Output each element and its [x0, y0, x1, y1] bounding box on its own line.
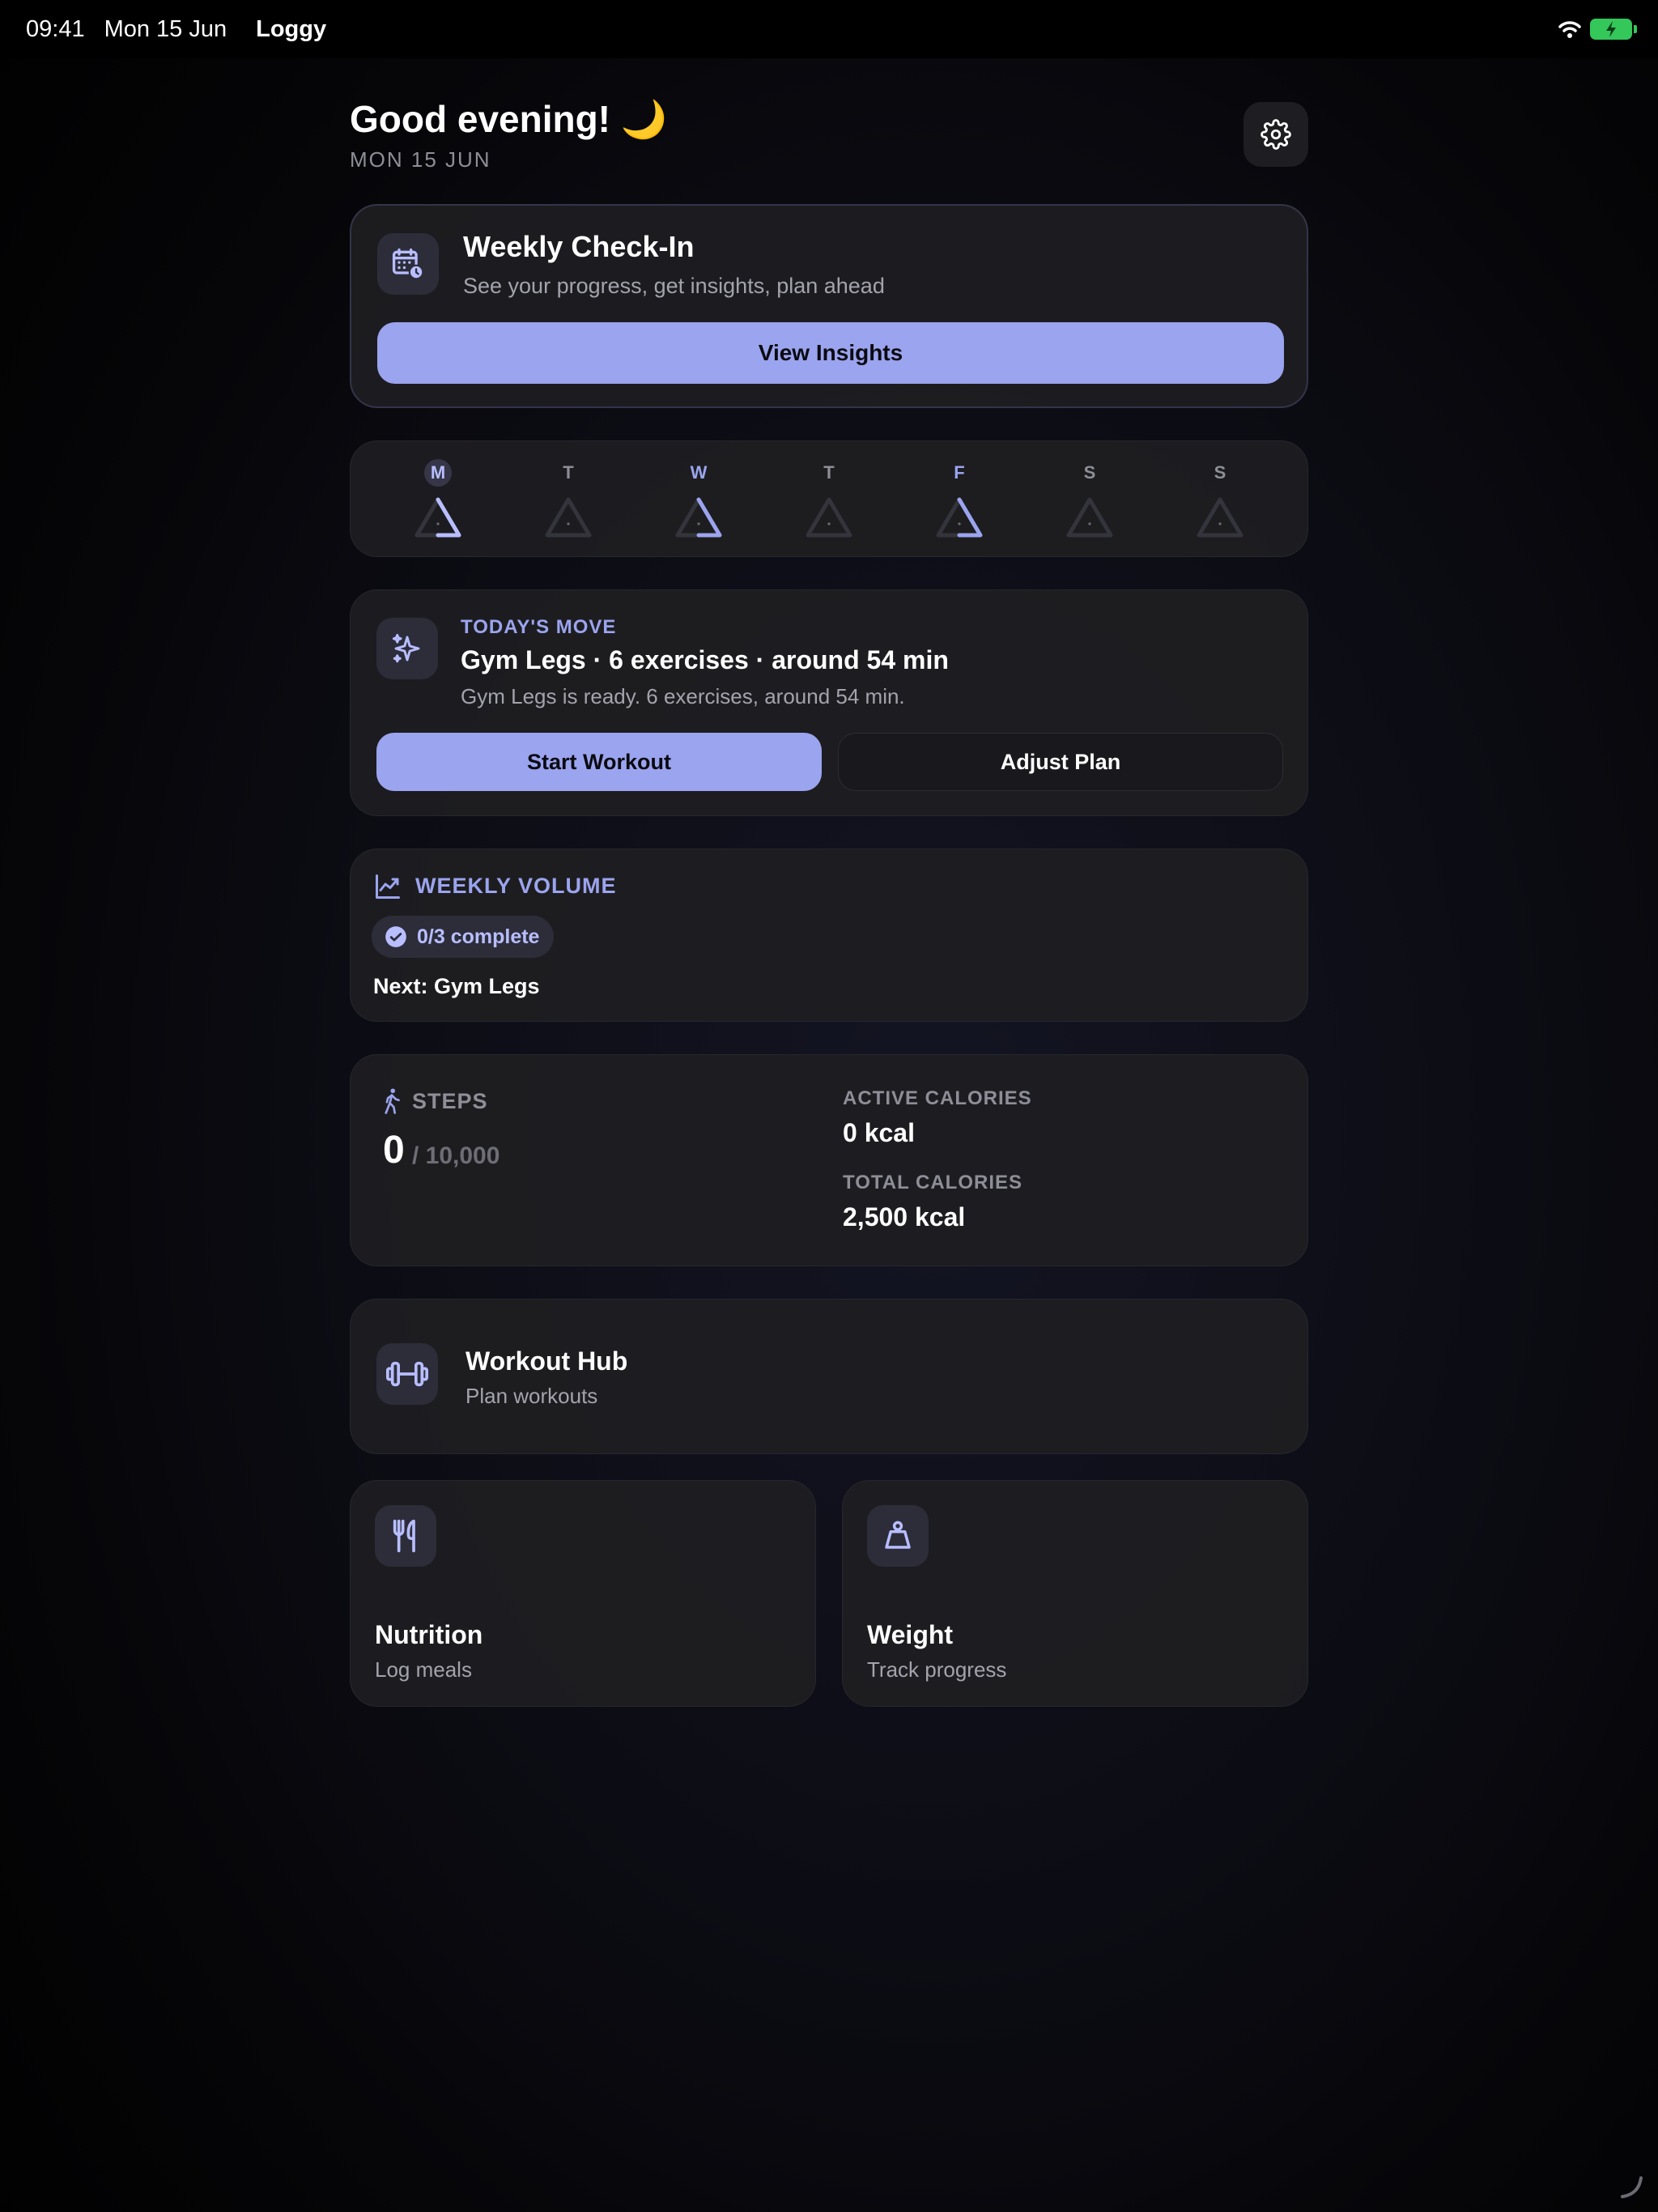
start-workout-button[interactable]: Start Workout: [376, 733, 822, 791]
view-insights-button[interactable]: View Insights: [377, 322, 1284, 384]
battery-icon: [1590, 19, 1637, 40]
week-day[interactable]: F: [927, 459, 992, 540]
day-progress-triangle-icon: [414, 497, 461, 538]
week-day-label: S: [1214, 462, 1226, 483]
weight-icon-box: [867, 1505, 929, 1567]
walking-icon: [385, 1088, 400, 1114]
home-content: Good evening! 🌙 MON 15 JUN Weekly Check-…: [350, 58, 1308, 1707]
next-workout-label: Next: Gym Legs: [373, 974, 540, 998]
status-date: Mon 15 Jun: [104, 15, 227, 42]
status-time: 09:41: [26, 15, 85, 42]
week-day-label: S: [1083, 462, 1096, 483]
fork-knife-icon: [393, 1519, 415, 1553]
checkin-title: Weekly Check-In: [463, 230, 695, 263]
calendar-clock-icon: [392, 248, 424, 280]
total-calories-value: 2,500 kcal: [843, 1202, 966, 1231]
week-strip: MTWTFSS: [350, 440, 1308, 557]
activity-stats-card: STEPS 0 / 10,000 ACTIVE CALORIES 0 kcal …: [350, 1054, 1308, 1266]
day-progress-triangle-icon: [1066, 497, 1113, 538]
day-progress-triangle-icon: [936, 497, 983, 538]
workout-hub-card[interactable]: Workout Hub Plan workouts: [350, 1299, 1308, 1454]
steps-value: 0: [383, 1129, 405, 1172]
completion-badge-label: 0/3 complete: [417, 925, 540, 948]
todays-move-eyebrow: TODAY'S MOVE: [461, 616, 617, 638]
status-app-name: Loggy: [256, 15, 327, 42]
wifi-icon: [1558, 21, 1581, 38]
week-day[interactable]: W: [666, 459, 731, 540]
weekly-volume-eyebrow: WEEKLY VOLUME: [415, 874, 617, 898]
todays-move-title: Gym Legs · 6 exercises · around 54 min: [461, 645, 949, 674]
week-day[interactable]: S: [1188, 459, 1252, 540]
workout-hub-icon-box: [376, 1343, 438, 1405]
gear-icon: [1261, 119, 1291, 150]
weekly-volume-card[interactable]: WEEKLY VOLUME 0/3 complete Next: Gym Leg…: [350, 849, 1308, 1022]
week-day-label: T: [823, 462, 835, 483]
settings-button[interactable]: [1244, 102, 1308, 167]
weight-card[interactable]: Weight Track progress: [842, 1480, 1308, 1707]
weekly-checkin-card[interactable]: Weekly Check-In See your progress, get i…: [350, 204, 1308, 408]
active-calories-label: ACTIVE CALORIES: [843, 1087, 1032, 1109]
page-header: Good evening! 🌙 MON 15 JUN: [350, 58, 1308, 204]
workout-hub-title: Workout Hub: [466, 1346, 628, 1376]
weight-subtitle: Track progress: [867, 1657, 1007, 1682]
nutrition-card[interactable]: Nutrition Log meals: [350, 1480, 816, 1707]
workout-hub-subtitle: Plan workouts: [466, 1384, 598, 1408]
active-calories-value: 0 kcal: [843, 1118, 915, 1147]
week-day[interactable]: T: [797, 459, 861, 540]
todays-move-description: Gym Legs is ready. 6 exercises, around 5…: [461, 684, 905, 708]
check-circle-icon: [385, 926, 406, 947]
status-bar: 09:41 Mon 15 Jun Loggy: [0, 0, 1658, 58]
completion-badge: 0/3 complete: [372, 916, 555, 958]
week-day-label: M: [424, 459, 452, 487]
checkin-subtitle: See your progress, get insights, plan ah…: [463, 274, 885, 298]
week-day[interactable]: T: [536, 459, 601, 540]
checkin-icon-box: [377, 233, 439, 295]
weight-title: Weight: [867, 1620, 954, 1649]
charging-bolt-icon: [1606, 21, 1616, 37]
nutrition-title: Nutrition: [375, 1620, 483, 1649]
week-day-label: W: [690, 462, 708, 483]
steps-label: STEPS: [412, 1089, 488, 1113]
week-day-label: F: [954, 462, 965, 483]
header-date: MON 15 JUN: [350, 147, 491, 172]
week-day[interactable]: S: [1057, 459, 1122, 540]
todays-move-icon-box: [376, 618, 438, 679]
total-calories-label: TOTAL CALORIES: [843, 1172, 1023, 1193]
nutrition-icon-box: [375, 1505, 436, 1567]
day-progress-triangle-icon: [806, 497, 852, 538]
chart-line-icon: [376, 874, 400, 899]
day-progress-triangle-icon: [545, 497, 592, 538]
adjust-plan-button[interactable]: Adjust Plan: [838, 733, 1283, 791]
week-day[interactable]: M: [406, 459, 470, 540]
resize-grabber-icon[interactable]: [1619, 2175, 1643, 2199]
day-progress-triangle-icon: [1197, 497, 1244, 538]
todays-move-card: TODAY'S MOVE Gym Legs · 6 exercises · ar…: [350, 589, 1308, 816]
tiles-row: Nutrition Log meals Weight Track progres…: [350, 1480, 1308, 1707]
greeting-title: Good evening! 🌙: [350, 98, 668, 140]
day-progress-triangle-icon: [675, 497, 722, 538]
nutrition-subtitle: Log meals: [375, 1657, 472, 1682]
dumbbell-icon: [386, 1361, 428, 1387]
week-day-label: T: [563, 462, 574, 483]
steps-goal: / 10,000: [412, 1142, 500, 1169]
sparkles-icon: [392, 633, 420, 663]
scale-weight-icon: [885, 1521, 911, 1549]
